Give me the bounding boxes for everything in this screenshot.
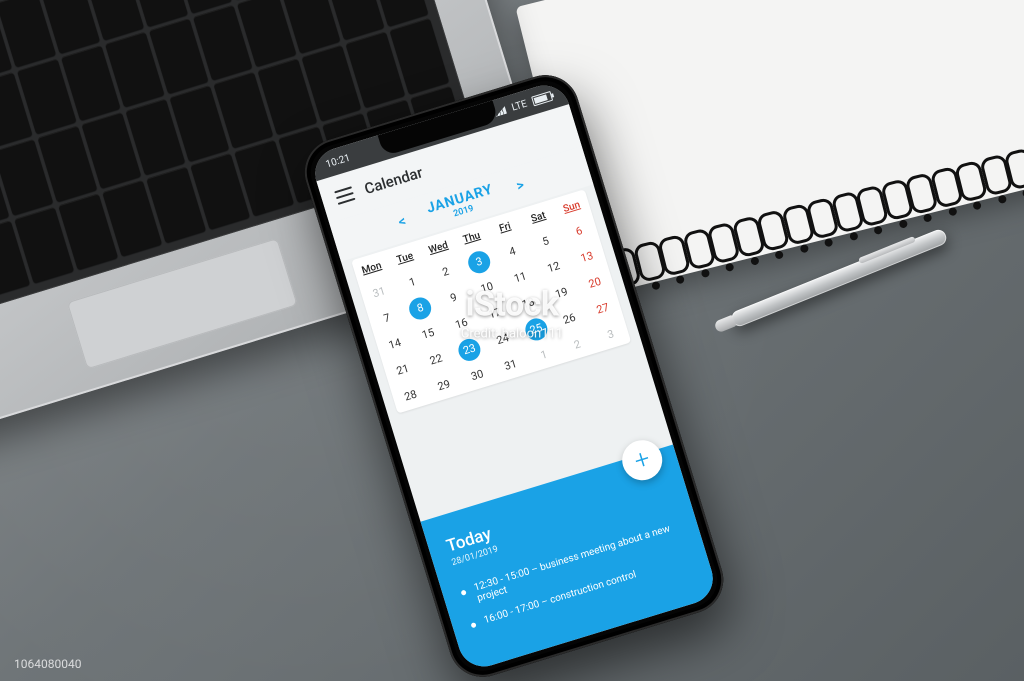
prev-month-button[interactable]: <: [390, 208, 415, 237]
status-time: 10:21: [324, 152, 351, 170]
hamburger-icon[interactable]: [334, 186, 355, 205]
watermark-id: 1064080040: [14, 657, 81, 671]
network-label: LTE: [510, 98, 528, 113]
desk-scene: 10:21 LTE Calendar < JANUARY 2019 >: [0, 0, 1024, 681]
next-month-button[interactable]: >: [508, 172, 533, 201]
app-title: Calendar: [362, 163, 425, 198]
plus-icon: +: [631, 444, 654, 477]
today-panel: Today 28/01/2019 12:30 - 15:00 – busines…: [421, 445, 720, 673]
battery-icon: [531, 91, 553, 106]
